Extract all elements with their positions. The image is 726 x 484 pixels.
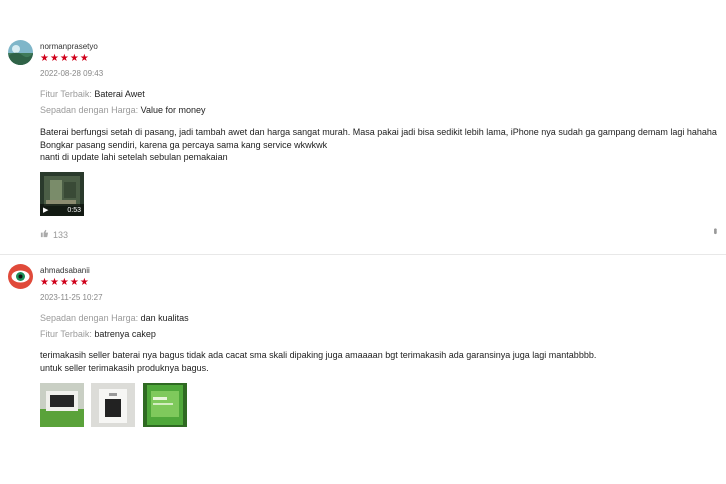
review-text-line: Baterai berfungsi setah di pasang, jadi … [40, 127, 717, 137]
review-text: Baterai berfungsi setah di pasang, jadi … [40, 126, 717, 164]
more-vertical-icon[interactable]: ••• [709, 228, 720, 233]
review-photo-thumbnail[interactable] [91, 383, 135, 427]
review-username: normanprasetyo [40, 42, 98, 51]
video-badge: ▶ 0:53 [40, 204, 84, 216]
review-divider [0, 254, 726, 255]
video-duration: 0:53 [67, 206, 81, 214]
rating-stars: ★★★★★ [40, 277, 90, 288]
review-photo-thumbnail[interactable] [40, 383, 84, 427]
review-attribute: Sepadan dengan Harga: dan kualitas [40, 313, 189, 323]
like-count: 133 [53, 229, 69, 240]
review-text-line: untuk seller terimakasih produknya bagus… [40, 362, 209, 373]
review-text: terimakasih seller baterai nya bagus tid… [40, 349, 596, 374]
video-camera-icon: ▶ [43, 207, 49, 214]
thumbs-up-icon [40, 229, 49, 240]
review-username: ahmadsabanii [40, 266, 90, 275]
like-button[interactable]: 133 [40, 229, 68, 240]
review-text-line: nanti di update lahi setelah sebulan pem… [40, 152, 228, 162]
review-photo-thumbnail[interactable] [143, 383, 187, 427]
attribute-label: Fitur Terbaik: [40, 329, 92, 339]
review-date: 2022-08-28 09:43 [40, 69, 104, 78]
attribute-value: dan kualitas [140, 313, 189, 323]
review-date: 2023-11-25 10:27 [40, 293, 103, 302]
review-attribute: Fitur Terbaik: Baterai Awet [40, 89, 145, 99]
attribute-value: batrenya cakep [94, 329, 156, 339]
attribute-label: Sepadan dengan Harga: [40, 105, 139, 115]
review-attribute: Sepadan dengan Harga: Value for money [40, 105, 205, 115]
attribute-label: Fitur Terbaik: [40, 89, 92, 99]
review-video-thumbnail[interactable]: ▶ 0:53 [40, 172, 84, 216]
user-avatar[interactable] [8, 40, 33, 65]
review-text-line: Bongkar pasang sendiri, karena ga percay… [40, 139, 328, 150]
review-text-line: terimakasih seller baterai nya bagus tid… [40, 350, 597, 360]
attribute-label: Sepadan dengan Harga: [40, 313, 139, 323]
attribute-value: Baterai Awet [94, 89, 145, 99]
rating-stars: ★★★★★ [40, 53, 90, 64]
user-avatar[interactable] [8, 264, 33, 289]
review-attribute: Fitur Terbaik: batrenya cakep [40, 329, 156, 339]
attribute-value: Value for money [140, 105, 206, 115]
